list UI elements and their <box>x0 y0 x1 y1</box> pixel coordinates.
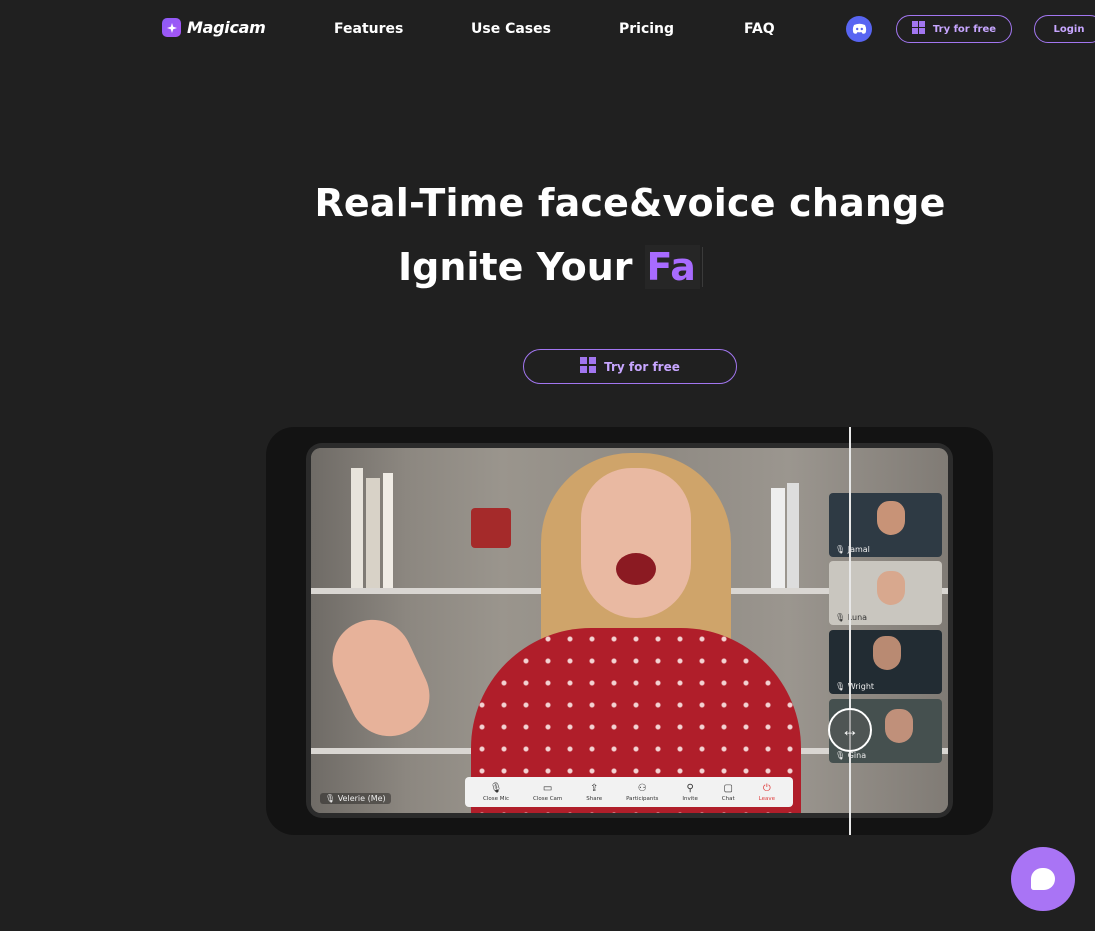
participant-name: 🎙 Jamal <box>835 545 870 554</box>
discord-icon[interactable] <box>846 16 872 42</box>
participant-face <box>873 636 901 670</box>
person-mouth <box>616 553 656 585</box>
typing-caret <box>701 247 703 287</box>
book <box>771 488 785 588</box>
leave-label: Leave <box>758 795 775 802</box>
participant-tile[interactable]: 🎙 Jamal <box>829 493 942 557</box>
logo-text: Magicam <box>187 18 266 37</box>
logo[interactable]: Magicam <box>162 18 266 37</box>
compare-slider-handle[interactable]: ↔ <box>828 708 872 752</box>
invite-button[interactable]: ⚲ Invite <box>682 783 697 802</box>
hero-typed-text: Fa <box>644 245 700 289</box>
chat-icon: ▢ <box>723 782 733 794</box>
mic-icon: 🎙 <box>489 782 503 794</box>
hero-subline-prefix: Ignite Your <box>398 245 633 289</box>
video-call-frame: 🎙 Jamal 🎙 Luna 🎙 Wright 🎙 Gina <box>306 443 953 818</box>
nav-link-faq[interactable]: FAQ <box>744 21 775 37</box>
participant-name-text: Wright <box>847 682 875 691</box>
self-video-label-text: Velerie (Me) <box>337 794 386 803</box>
nav-link-features[interactable]: Features <box>334 21 403 37</box>
person-face <box>581 468 691 618</box>
red-box <box>471 508 511 548</box>
arrows-horizontal-icon: ↔ <box>841 719 859 740</box>
invite-icon: ⚲ <box>686 782 694 794</box>
invite-label: Invite <box>682 795 698 802</box>
participant-name-text: Jamal <box>847 545 870 554</box>
participants-icon: ⚇ <box>637 782 647 794</box>
chat-button[interactable]: ▢ Chat <box>722 783 735 802</box>
participant-name: 🎙 Luna <box>835 613 868 622</box>
self-video-label: 🎙 Velerie (Me) <box>320 793 391 804</box>
participant-tile[interactable]: 🎙 Wright <box>829 630 942 694</box>
nav-link-pricing[interactable]: Pricing <box>619 21 674 37</box>
nav-try-free-label: Try for free <box>932 23 997 35</box>
leave-button[interactable]: ⏻ Leave <box>759 783 775 802</box>
participant-face <box>877 501 905 535</box>
windows-icon <box>911 21 925 37</box>
main-video: 🎙 Jamal 🎙 Luna 🎙 Wright 🎙 Gina <box>311 448 948 813</box>
book <box>351 468 363 588</box>
camera-icon: ▭ <box>542 782 553 794</box>
share-label: Share <box>586 795 603 802</box>
hero-try-free-button[interactable]: Try for free <box>523 349 737 384</box>
book <box>366 478 380 588</box>
login-button[interactable]: Login <box>1034 15 1095 43</box>
hero-try-free-label: Try for free <box>604 359 680 374</box>
share-button[interactable]: ⇪ Share <box>586 783 602 802</box>
participant-tile[interactable]: 🎙 Luna <box>829 561 942 625</box>
close-cam-label: Close Cam <box>532 795 563 802</box>
top-nav: Magicam Features Use Cases Pricing FAQ T… <box>0 0 1095 58</box>
participant-face <box>885 709 913 743</box>
nav-try-free-button[interactable]: Try for free <box>896 15 1012 43</box>
power-icon: ⏻ <box>762 782 771 794</box>
hero-subline: Ignite Your Fa <box>398 245 703 289</box>
close-mic-button[interactable]: 🎙 Close Mic <box>483 783 509 802</box>
hero-headline: Real-Time face&voice change <box>314 181 946 225</box>
share-icon: ⇪ <box>590 782 599 794</box>
book <box>787 483 799 588</box>
nav-link-use-cases[interactable]: Use Cases <box>471 21 551 37</box>
participant-name: 🎙 Wright <box>835 682 875 691</box>
sparkle-icon <box>162 18 181 37</box>
windows-icon <box>580 357 597 376</box>
compare-divider[interactable] <box>849 427 851 835</box>
close-mic-label: Close Mic <box>482 795 510 802</box>
chat-bubble-icon <box>1031 868 1055 890</box>
support-chat-button[interactable] <box>1011 847 1075 911</box>
participant-face <box>877 571 905 605</box>
chat-label: Chat <box>721 795 735 802</box>
book <box>383 473 393 588</box>
close-cam-button[interactable]: ▭ Close Cam <box>533 783 562 802</box>
call-toolbar: 🎙 Close Mic ▭ Close Cam ⇪ Share ⚇ Partic… <box>465 777 793 807</box>
participants-button[interactable]: ⚇ Participants <box>626 783 658 802</box>
participants-label: Participants <box>626 795 659 802</box>
